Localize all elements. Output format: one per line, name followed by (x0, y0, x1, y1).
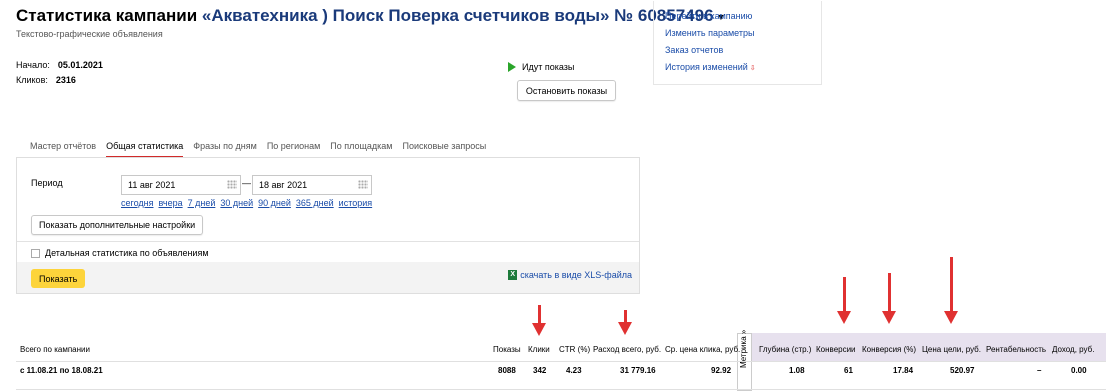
edit-params-link[interactable]: Изменить параметры (665, 27, 821, 44)
form-footer: Показать X скачать в виде XLS-файла (17, 262, 639, 293)
calendar-icon[interactable] (227, 180, 237, 189)
col-goal-price[interactable]: Цена цели, руб. (922, 345, 981, 354)
clicks-label: Кликов: (16, 75, 48, 85)
quick-yesterday[interactable]: вчера (159, 198, 183, 208)
col-income[interactable]: Доход, руб. (1052, 345, 1094, 354)
quick-history[interactable]: история (339, 198, 372, 208)
status-indicator: Идут показы (508, 62, 574, 72)
start-value: 05.01.2021 (57, 60, 103, 70)
annotation-arrow-clicks (532, 305, 546, 336)
tab-search-queries[interactable]: Поисковые запросы (402, 141, 486, 158)
detail-stats-label: Детальная статистика по объявлениям (45, 248, 209, 258)
download-arrow-icon: ⇩ (749, 65, 756, 72)
quick-periods: сегодня вчера 7 дней 30 дней 90 дней 365… (121, 198, 372, 208)
val-avg-cpc: 92.92 (711, 366, 732, 375)
quick-365-days[interactable]: 365 дней (296, 198, 334, 208)
history-link[interactable]: История изменений ⇩ (665, 61, 821, 78)
val-income: 0.00 (1071, 366, 1087, 375)
val-conversions: 61 (844, 366, 853, 375)
annotation-arrow-conv-rate (882, 273, 896, 324)
quick-today[interactable]: сегодня (121, 198, 154, 208)
goto-campaign-link[interactable]: Перейти в кампанию (665, 10, 821, 27)
divider (17, 241, 639, 242)
col-ctr[interactable]: CTR (%) (559, 345, 590, 354)
xls-label: скачать в виде XLS-файла (520, 270, 632, 280)
col-spend[interactable]: Расход всего, руб. (593, 345, 661, 354)
val-conv-rate: 17.84 (893, 366, 914, 375)
history-label: История изменений (665, 62, 748, 72)
header-divider (16, 361, 1106, 362)
col-depth[interactable]: Глубина (стр.) (759, 345, 811, 354)
campaign-name[interactable]: «Акватехника ) Поиск Поверка счетчиков в… (202, 6, 714, 25)
col-conversions[interactable]: Конверсии (816, 345, 856, 354)
title-prefix: Статистика кампании (16, 6, 198, 25)
calendar-icon[interactable] (358, 180, 368, 189)
detail-stats-option[interactable]: Детальная статистика по объявлениям (31, 248, 209, 258)
tab-report-master[interactable]: Мастер отчётов (30, 141, 96, 158)
date-from-input[interactable] (121, 175, 241, 195)
val-shows: 8088 (498, 366, 516, 375)
report-form: Период — сегодня вчера 7 дней 30 дней 90… (16, 157, 640, 294)
status-text: Идут показы (522, 62, 575, 72)
row-divider (16, 389, 1106, 390)
tab-general-stats[interactable]: Общая статистика (106, 141, 184, 158)
col-profitability[interactable]: Рентабельность (986, 345, 1046, 354)
val-profitability: – (1037, 366, 1042, 375)
quick-7-days[interactable]: 7 дней (188, 198, 216, 208)
order-reports-link[interactable]: Заказ отчетов (665, 44, 821, 61)
campaign-links: Перейти в кампанию Изменить параметры За… (653, 1, 822, 85)
date-dash: — (242, 178, 251, 188)
quick-90-days[interactable]: 90 дней (258, 198, 291, 208)
report-tabs: Мастер отчётов Общая статистика Фразы по… (30, 141, 496, 158)
val-clicks: 342 (533, 366, 547, 375)
val-goal-price: 520.97 (950, 366, 975, 375)
metrika-label: Метрика » (739, 329, 748, 368)
period-label: Период (31, 178, 63, 188)
play-icon (508, 62, 516, 72)
total-label: Всего по кампании (20, 345, 90, 354)
col-conv-rate[interactable]: Конверсия (%) (862, 345, 916, 354)
metrika-toggle[interactable]: Метрика » (737, 329, 752, 391)
xls-download-link[interactable]: X скачать в виде XLS-файла (508, 270, 632, 280)
more-settings-button[interactable]: Показать дополнительные настройки (31, 215, 204, 235)
val-depth: 1.08 (789, 366, 805, 375)
start-label: Начало: (16, 60, 50, 70)
stop-shows-button[interactable]: Остановить показы (517, 80, 616, 101)
tab-by-placement[interactable]: По площадкам (330, 141, 392, 158)
show-button[interactable]: Показать (31, 269, 86, 288)
val-ctr: 4.23 (566, 366, 582, 375)
clicks-value: 2316 (55, 75, 76, 85)
col-shows[interactable]: Показы (493, 345, 521, 354)
excel-icon: X (508, 270, 518, 280)
col-avg-cpc[interactable]: Ср. цена клика, руб. (665, 345, 740, 354)
annotation-arrow-spend (618, 310, 632, 335)
start-info: Начало: 05.01.2021 (16, 60, 103, 70)
date-to-input[interactable] (252, 175, 372, 195)
quick-30-days[interactable]: 30 дней (220, 198, 253, 208)
stats-table: Метрика » Всего по кампании Показы Клики… (0, 329, 1106, 391)
annotation-arrow-conversions (837, 277, 851, 324)
col-clicks[interactable]: Клики (528, 345, 550, 354)
annotation-arrow-goal-price (944, 257, 958, 324)
tab-phrases-by-day[interactable]: Фразы по дням (193, 141, 257, 158)
val-spend: 31 779.16 (620, 366, 656, 375)
row-period: с 11.08.21 по 18.08.21 (20, 366, 103, 375)
clicks-info: Кликов: 2316 (16, 75, 76, 85)
tab-by-region[interactable]: По регионам (267, 141, 320, 158)
page-title: Статистика кампании «Акватехника ) Поиск… (16, 6, 725, 26)
campaign-type: Текстово-графические объявления (16, 29, 163, 39)
detail-stats-checkbox[interactable] (31, 248, 40, 258)
